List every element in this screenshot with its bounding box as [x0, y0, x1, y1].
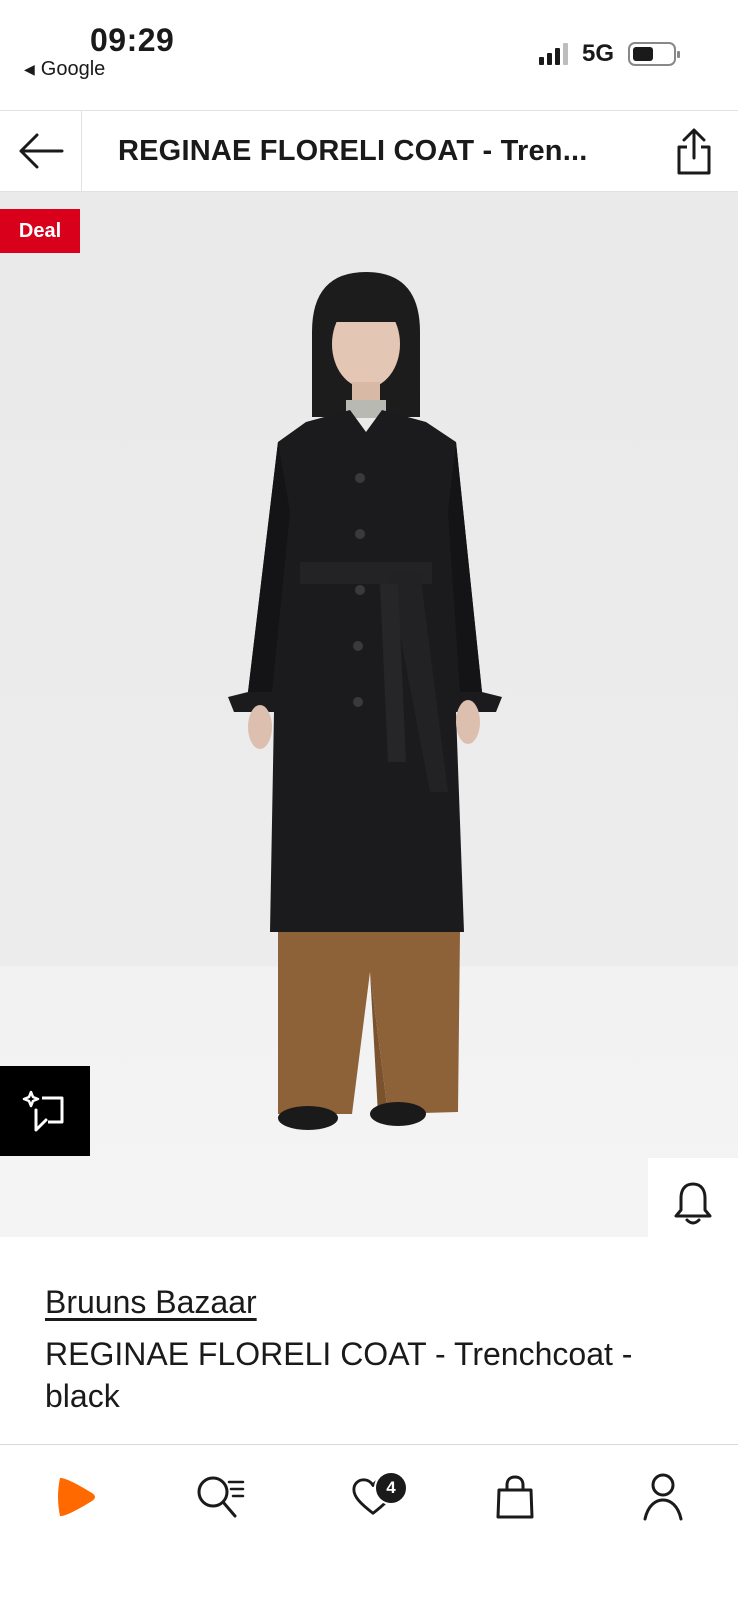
- status-indicators: 5G: [538, 40, 680, 68]
- bottom-tab-bar: 4: [0, 1444, 738, 1600]
- back-triangle-icon: ◀: [24, 61, 35, 77]
- back-to-app-link[interactable]: ◀ Google: [24, 58, 105, 81]
- brand-link[interactable]: Bruuns Bazaar: [45, 1284, 257, 1321]
- tab-search[interactable]: [186, 1465, 256, 1529]
- tab-home[interactable]: [40, 1465, 110, 1529]
- wishlist-count-badge: 4: [374, 1471, 408, 1505]
- tab-bag[interactable]: [480, 1465, 550, 1529]
- zalando-logo-icon: [58, 1477, 95, 1517]
- product-action-panel: [648, 1158, 738, 1237]
- page-title: REGINAE FLORELI COAT - Tren...: [118, 135, 588, 167]
- deal-badge: Deal: [0, 209, 80, 253]
- share-icon: [677, 128, 711, 175]
- signal-icon: [538, 43, 568, 65]
- bag-icon: [496, 1475, 534, 1519]
- product-name: REGINAE FLORELI COAT - Trenchcoat - blac…: [45, 1336, 633, 1414]
- bell-icon: [674, 1182, 712, 1225]
- search-icon: [197, 1476, 245, 1518]
- share-button[interactable]: [672, 127, 716, 177]
- status-bar: 09:29 ◀ Google 5G: [0, 0, 738, 110]
- notify-button[interactable]: [648, 1158, 738, 1237]
- back-app-label: Google: [40, 58, 106, 80]
- compare-icon: [22, 1090, 64, 1132]
- tab-wishlist[interactable]: 4: [338, 1465, 408, 1529]
- tab-profile[interactable]: [628, 1465, 698, 1529]
- network-type: 5G: [581, 40, 614, 67]
- arrow-left-icon: [19, 133, 63, 169]
- product-image-gallery[interactable]: Deal: [0, 192, 738, 1237]
- status-time: 09:29: [90, 22, 175, 58]
- profile-icon: [643, 1473, 683, 1521]
- product-photo: [228, 272, 502, 1130]
- back-button[interactable]: [0, 111, 82, 191]
- nav-header: REGINAE FLORELI COAT - Tren...: [0, 110, 738, 192]
- compare-button[interactable]: [0, 1066, 90, 1156]
- battery-icon: [628, 42, 680, 66]
